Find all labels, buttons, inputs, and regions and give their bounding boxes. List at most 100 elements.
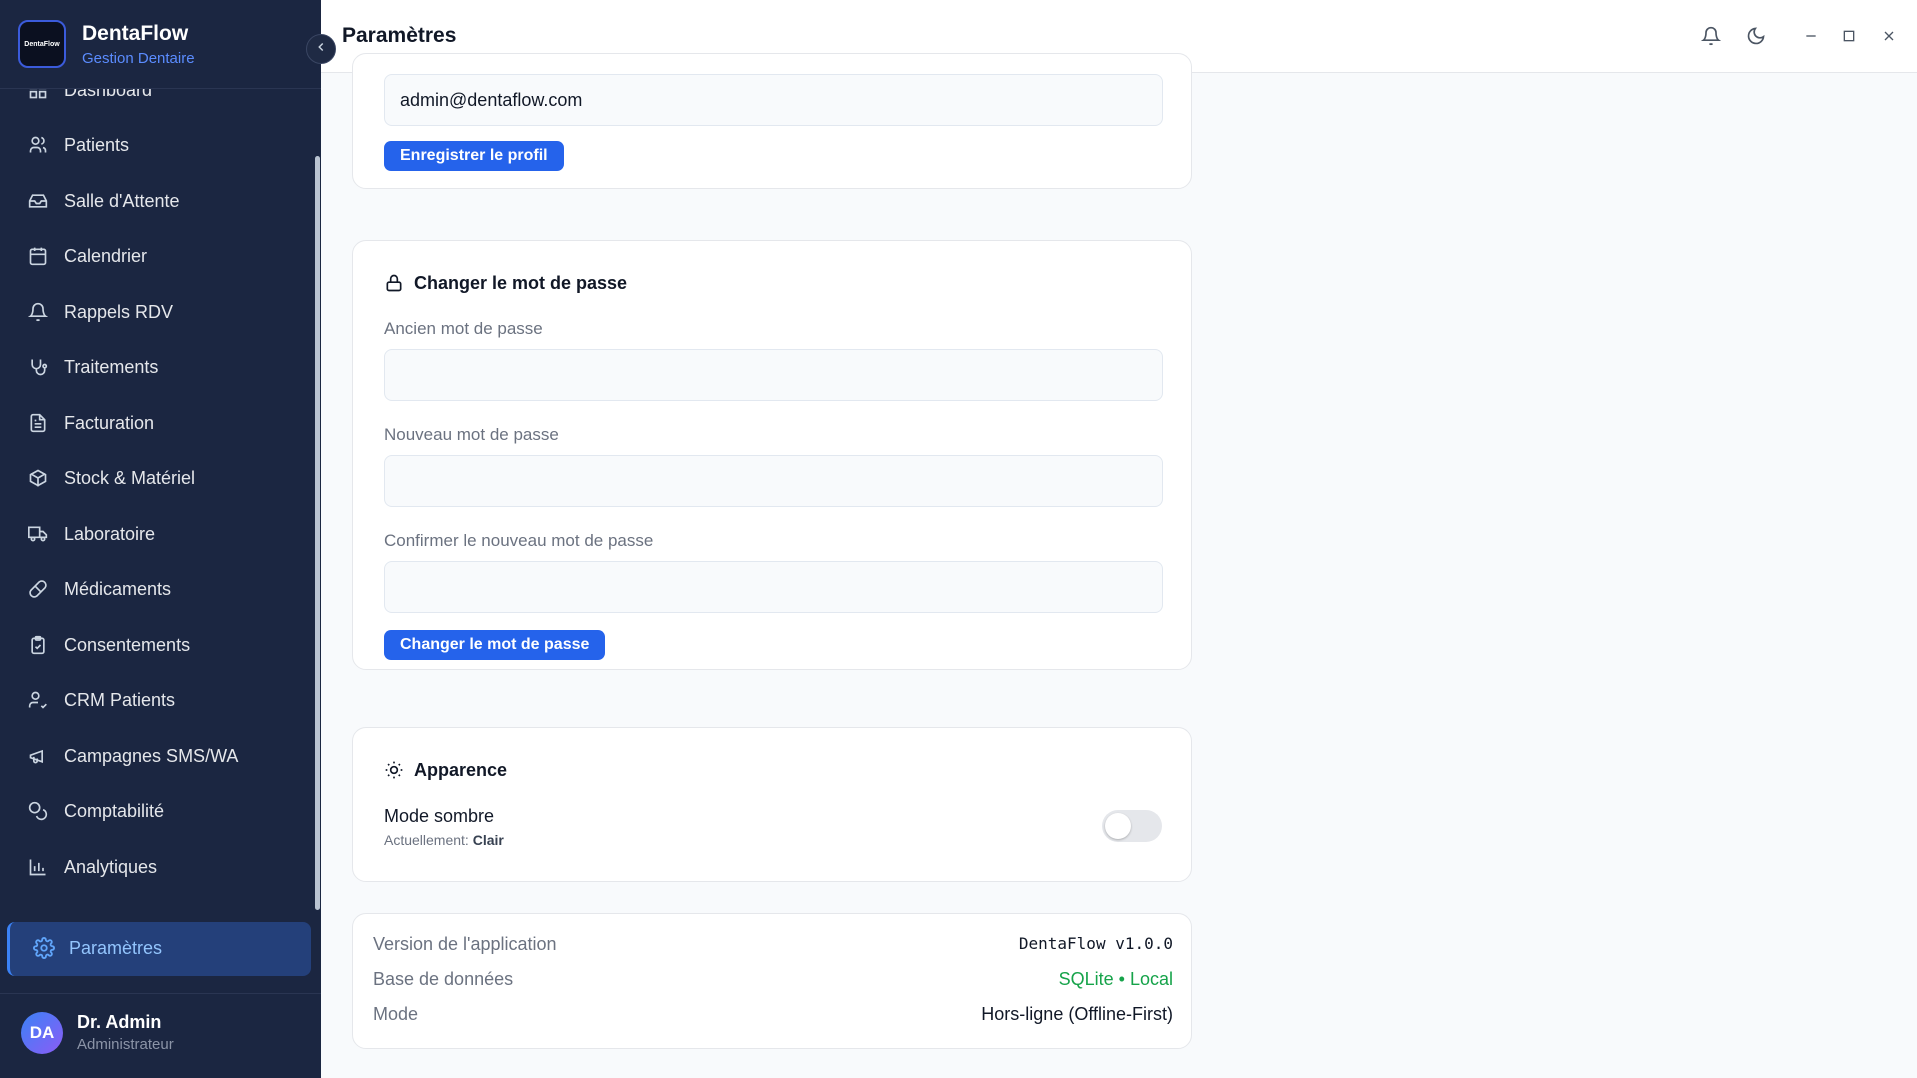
package-icon bbox=[27, 467, 49, 489]
moon-icon[interactable] bbox=[1744, 24, 1768, 48]
sidebar-item-label: Consentements bbox=[64, 634, 191, 655]
password-card-title: Changer le mot de passe bbox=[414, 273, 628, 293]
info-row-version: Version de l'application DentaFlow v1.0.… bbox=[373, 934, 1173, 964]
info-key: Version de l'application bbox=[373, 934, 557, 954]
dark-mode-label: Mode sombre bbox=[384, 806, 495, 826]
user-role: Administrateur bbox=[77, 1036, 174, 1053]
sidebar-item-parametres[interactable]: Paramètres bbox=[7, 922, 311, 976]
user-name: Dr. Admin bbox=[77, 1012, 162, 1032]
sidebar-item-label: Laboratoire bbox=[64, 523, 156, 544]
sidebar-item-analytiques[interactable]: Analytiques bbox=[0, 843, 315, 891]
clipboard-check-icon bbox=[27, 634, 49, 656]
sidebar-item-laboratoire[interactable]: Laboratoire bbox=[0, 510, 315, 558]
info-value: DentaFlow v1.0.0 bbox=[1018, 934, 1173, 953]
sidebar: DentaFlow DentaFlow Gestion Dentaire Das… bbox=[0, 0, 321, 1078]
gear-icon bbox=[33, 937, 55, 959]
sidebar-item-label: Facturation bbox=[64, 412, 155, 433]
info-key: Mode bbox=[373, 1004, 419, 1024]
sidebar-item-medicaments[interactable]: Médicaments bbox=[0, 565, 315, 613]
current-theme-text: Actuellement: Clair bbox=[384, 832, 504, 848]
sidebar-item-consentements[interactable]: Consentements bbox=[0, 621, 315, 669]
sidebar-item-label: Rappels RDV bbox=[64, 301, 174, 322]
appearance-card: Apparence Mode sombre Actuellement: Clai… bbox=[352, 727, 1192, 882]
maximize-icon[interactable] bbox=[1837, 24, 1861, 48]
calendar-icon bbox=[27, 245, 49, 267]
sidebar-scrollbar[interactable] bbox=[315, 156, 320, 910]
sidebar-item-label: CRM Patients bbox=[64, 689, 176, 710]
confirm-password-field[interactable] bbox=[384, 561, 1163, 613]
stethoscope-icon bbox=[27, 356, 49, 378]
sidebar-item-facturation[interactable]: Facturation bbox=[0, 399, 315, 447]
info-value: SQLite • Local bbox=[1058, 969, 1173, 989]
sidebar-item-label: Campagnes SMS/WA bbox=[64, 745, 239, 766]
sidebar-item-label: Salle d'Attente bbox=[64, 190, 180, 211]
brand-subtitle: Gestion Dentaire bbox=[82, 50, 195, 67]
info-row-mode: Mode Hors-ligne (Offline-First) bbox=[373, 1004, 1173, 1034]
logo-text: DentaFlow bbox=[24, 40, 60, 48]
profile-card: admin@dentaflow.com Enregistrer le profi… bbox=[352, 53, 1192, 189]
page-title: Paramètres bbox=[342, 24, 457, 47]
sidebar-item-salle-attente[interactable]: Salle d'Attente bbox=[0, 177, 315, 225]
collapse-sidebar-button[interactable] bbox=[306, 34, 336, 64]
sidebar-item-crm[interactable]: CRM Patients bbox=[0, 676, 315, 724]
email-field[interactable]: admin@dentaflow.com bbox=[384, 74, 1163, 126]
bar-chart-icon bbox=[27, 856, 49, 878]
info-key: Base de données bbox=[373, 969, 514, 989]
lock-icon bbox=[384, 273, 404, 293]
dark-mode-toggle[interactable] bbox=[1102, 810, 1162, 842]
grid-icon bbox=[27, 89, 49, 101]
sidebar-item-stock[interactable]: Stock & Matériel bbox=[0, 454, 315, 502]
user-profile[interactable]: DA Dr. Admin Administrateur bbox=[0, 993, 321, 1078]
sun-icon bbox=[384, 760, 404, 780]
chevron-left-icon bbox=[314, 40, 328, 59]
close-icon[interactable] bbox=[1877, 24, 1901, 48]
info-value: Hors-ligne (Offline-First) bbox=[981, 1004, 1173, 1024]
app-logo: DentaFlow bbox=[18, 20, 66, 68]
sidebar-item-label: Patients bbox=[64, 134, 130, 155]
change-password-button[interactable]: Changer le mot de passe bbox=[384, 630, 606, 660]
sidebar-item-label: Stock & Matériel bbox=[64, 467, 196, 488]
truck-icon bbox=[27, 523, 49, 545]
sidebar-item-patients[interactable]: Patients bbox=[0, 121, 315, 169]
old-password-label: Ancien mot de passe bbox=[384, 319, 543, 338]
sidebar-item-dashboard[interactable]: Dashboard bbox=[0, 89, 315, 114]
avatar: DA bbox=[21, 1012, 63, 1054]
email-value: admin@dentaflow.com bbox=[400, 89, 583, 110]
sidebar-item-label: Paramètres bbox=[69, 938, 163, 958]
confirm-password-label: Confirmer le nouveau mot de passe bbox=[384, 531, 654, 550]
sidebar-nav: Dashboard Patients Salle d'Attente Calen… bbox=[0, 89, 315, 911]
info-row-database: Base de données SQLite • Local bbox=[373, 969, 1173, 999]
bell-icon[interactable] bbox=[1699, 24, 1723, 48]
current-theme-value: Clair bbox=[472, 832, 504, 848]
about-card: Version de l'application DentaFlow v1.0.… bbox=[352, 913, 1192, 1049]
sidebar-item-rappels[interactable]: Rappels RDV bbox=[0, 288, 315, 336]
sidebar-item-calendrier[interactable]: Calendrier bbox=[0, 232, 315, 280]
file-text-icon bbox=[27, 412, 49, 434]
old-password-field[interactable] bbox=[384, 349, 1163, 401]
sidebar-item-label: Médicaments bbox=[64, 578, 172, 599]
sidebar-item-campagnes[interactable]: Campagnes SMS/WA bbox=[0, 732, 315, 780]
sidebar-item-label: Calendrier bbox=[64, 245, 148, 266]
new-password-label: Nouveau mot de passe bbox=[384, 425, 559, 444]
sidebar-item-comptabilite[interactable]: Comptabilité bbox=[0, 787, 315, 835]
settings-content: admin@dentaflow.com Enregistrer le profi… bbox=[321, 53, 1917, 1078]
toggle-knob bbox=[1105, 813, 1131, 839]
sidebar-item-label: Analytiques bbox=[64, 856, 158, 877]
megaphone-icon bbox=[27, 745, 49, 767]
save-profile-button[interactable]: Enregistrer le profil bbox=[384, 141, 564, 171]
pill-icon bbox=[27, 578, 49, 600]
sidebar-item-label: Comptabilité bbox=[64, 800, 165, 821]
brand-header: DentaFlow DentaFlow Gestion Dentaire bbox=[0, 0, 321, 89]
password-card: Changer le mot de passe Ancien mot de pa… bbox=[352, 240, 1192, 670]
brand-name: DentaFlow bbox=[82, 22, 189, 45]
inbox-icon bbox=[27, 190, 49, 212]
user-check-icon bbox=[27, 689, 49, 711]
current-theme-prefix: Actuellement: bbox=[384, 832, 469, 848]
sidebar-item-label: Traitements bbox=[64, 356, 159, 377]
sidebar-item-traitements[interactable]: Traitements bbox=[0, 343, 315, 391]
appearance-card-title: Apparence bbox=[414, 760, 508, 780]
minimize-icon[interactable] bbox=[1799, 24, 1823, 48]
sidebar-item-label: Dashboard bbox=[64, 89, 153, 100]
new-password-field[interactable] bbox=[384, 455, 1163, 507]
users-icon bbox=[27, 134, 49, 156]
